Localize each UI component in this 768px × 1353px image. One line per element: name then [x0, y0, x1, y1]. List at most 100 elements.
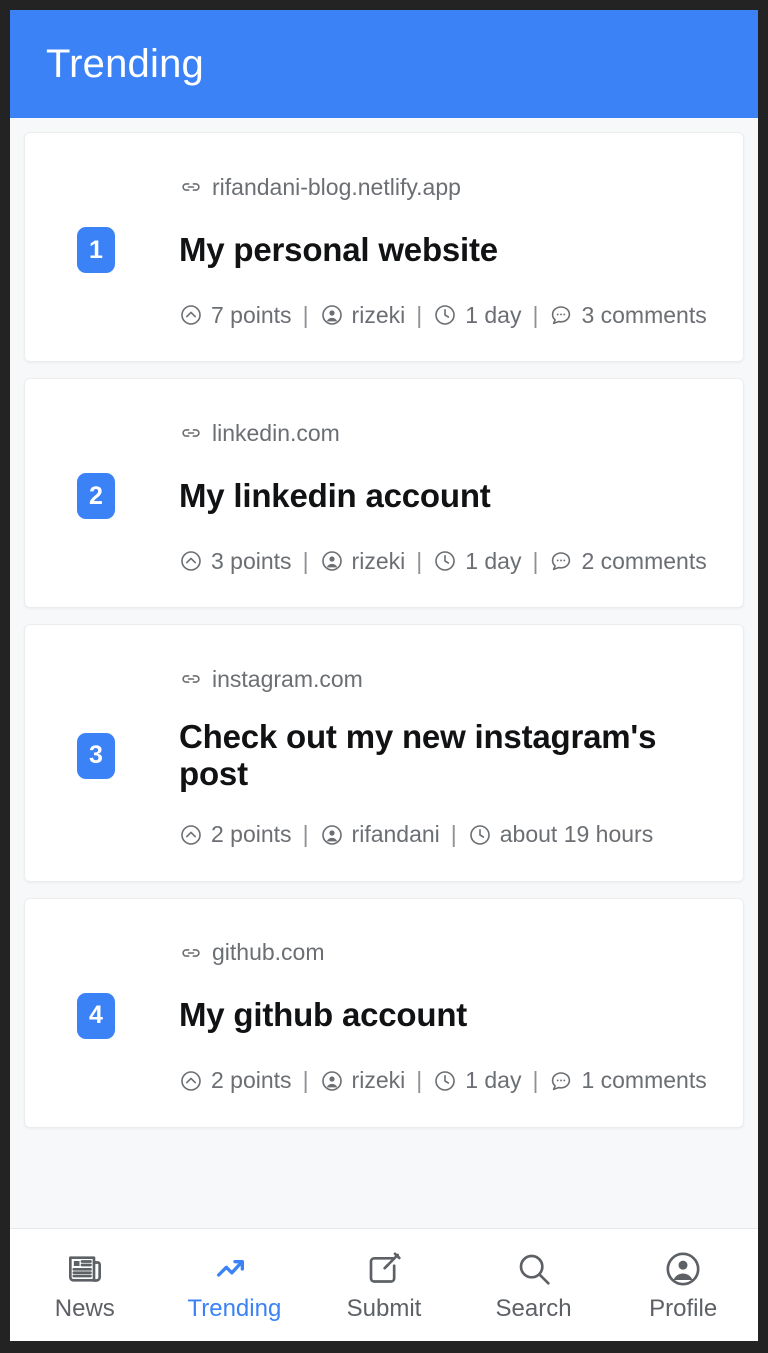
app-header: Trending [10, 10, 758, 118]
story-time-text: 1 day [465, 1067, 522, 1094]
story-domain-text: github.com [212, 939, 325, 966]
story-time-text: about 19 hours [499, 821, 654, 848]
story-author: rizeki [320, 1067, 406, 1094]
story-title[interactable]: My github account [179, 996, 467, 1034]
story-time: 1 day [433, 303, 521, 327]
points-icon [179, 549, 203, 573]
story-card[interactable]: github.com 4 My github account 2 points | riz… [24, 897, 744, 1128]
meta-separator: | [416, 301, 423, 328]
user-icon [320, 303, 344, 327]
story-author-text: rizeki [351, 547, 406, 574]
device-frame: Trending rifandani-blog.netlify.app 1 My p… [0, 0, 768, 1353]
tab-submit[interactable]: Submit [309, 1229, 459, 1341]
meta-separator: | [302, 821, 309, 848]
meta-separator: | [532, 301, 539, 328]
story-rank-badge: 3 [77, 732, 115, 779]
story-comments-text: 1 comments [581, 1067, 707, 1094]
story-domain[interactable]: github.com [179, 941, 717, 965]
story-comments: 2 comments [549, 547, 707, 574]
story-domain[interactable]: linkedin.com [179, 421, 717, 445]
meta-separator: | [302, 1067, 309, 1094]
story-time: 1 day [433, 549, 521, 573]
points-icon [179, 823, 203, 847]
story-points: 3 points [179, 549, 292, 573]
user-icon [320, 823, 344, 847]
meta-separator: | [302, 301, 309, 328]
story-card[interactable]: rifandani-blog.netlify.app 1 My personal w… [24, 132, 744, 362]
tab-label: Submit [346, 1295, 422, 1322]
story-points-text: 3 points [211, 547, 292, 574]
meta-separator: | [450, 821, 457, 848]
link-icon [179, 421, 203, 445]
meta-separator: | [416, 547, 423, 574]
story-title-row: 4 My github account [51, 992, 717, 1039]
clock-icon [433, 303, 457, 327]
clock-icon [433, 1069, 457, 1093]
comment-icon [549, 549, 573, 573]
points-icon [179, 303, 203, 327]
story-domain[interactable]: instagram.com [179, 667, 717, 691]
story-points-text: 7 points [211, 301, 292, 328]
clock-icon [433, 549, 457, 573]
story-meta: 2 points | rizeki | 1 day | 1 comments [179, 1069, 717, 1093]
user-icon [320, 549, 344, 573]
story-points-text: 2 points [211, 821, 292, 848]
story-comments-text: 2 comments [581, 547, 707, 574]
story-rank-badge: 1 [77, 227, 115, 273]
story-title[interactable]: My linkedin account [179, 477, 491, 515]
story-comments-text: 3 comments [581, 301, 707, 328]
story-domain-text: rifandani-blog.netlify.app [212, 173, 461, 200]
story-time: about 19 hours [468, 823, 653, 847]
story-points: 2 points [179, 1069, 292, 1093]
meta-separator: | [416, 1067, 423, 1094]
story-author-text: rizeki [351, 1067, 406, 1094]
story-title[interactable]: My personal website [179, 231, 498, 269]
story-meta: 2 points | rifandani | about 19 hours [179, 823, 717, 847]
page-title: Trending [46, 42, 204, 86]
story-points-text: 2 points [211, 1067, 292, 1094]
tab-trending[interactable]: Trending [160, 1229, 310, 1341]
story-author: rizeki [320, 301, 406, 328]
tab-label: Profile [649, 1295, 718, 1322]
story-card[interactable]: instagram.com 3 Check out my new instagram… [24, 624, 744, 882]
story-card[interactable]: linkedin.com 2 My linkedin account 3 points… [24, 378, 744, 608]
story-rank-badge: 4 [77, 992, 115, 1039]
meta-separator: | [532, 547, 539, 574]
tab-label: Trending [187, 1295, 282, 1322]
tab-label: News [54, 1295, 115, 1322]
tab-profile[interactable]: Profile [608, 1229, 758, 1341]
meta-separator: | [302, 547, 309, 574]
meta-separator: | [532, 1067, 539, 1094]
story-title-row: 3 Check out my new instagram's post [51, 718, 717, 793]
story-author-text: rizeki [351, 301, 406, 328]
story-points: 7 points [179, 303, 292, 327]
tab-news[interactable]: News [10, 1229, 160, 1341]
app-viewport: Trending rifandani-blog.netlify.app 1 My p… [10, 10, 758, 1341]
tab-search[interactable]: Search [459, 1229, 609, 1341]
story-domain-text: instagram.com [212, 665, 363, 692]
story-domain[interactable]: rifandani-blog.netlify.app [179, 175, 717, 199]
user-icon [320, 1069, 344, 1093]
story-rank-badge: 2 [77, 473, 115, 519]
story-author-text: rifandani [351, 821, 440, 848]
story-list[interactable]: rifandani-blog.netlify.app 1 My personal w… [10, 118, 758, 1228]
story-meta: 3 points | rizeki | 1 day | 2 comments [179, 549, 717, 573]
story-meta: 7 points | rizeki | 1 day | 3 comments [179, 303, 717, 327]
story-title-row: 2 My linkedin account [51, 473, 717, 519]
search-icon [514, 1249, 554, 1289]
story-points: 2 points [179, 823, 292, 847]
points-icon [179, 1069, 203, 1093]
story-title-row: 1 My personal website [51, 227, 717, 273]
profile-icon [663, 1249, 703, 1289]
compose-icon [364, 1249, 404, 1289]
trending-up-icon [214, 1249, 254, 1289]
story-author: rizeki [320, 547, 406, 574]
story-time-text: 1 day [465, 301, 522, 328]
clock-icon [468, 823, 492, 847]
comment-icon [549, 1069, 573, 1093]
bottom-navigation: News Trending Submit Search Profile [10, 1228, 758, 1341]
tab-label: Search [495, 1295, 572, 1322]
story-title[interactable]: Check out my new instagram's post [179, 718, 717, 793]
story-comments: 1 comments [549, 1067, 707, 1094]
link-icon [179, 941, 203, 965]
